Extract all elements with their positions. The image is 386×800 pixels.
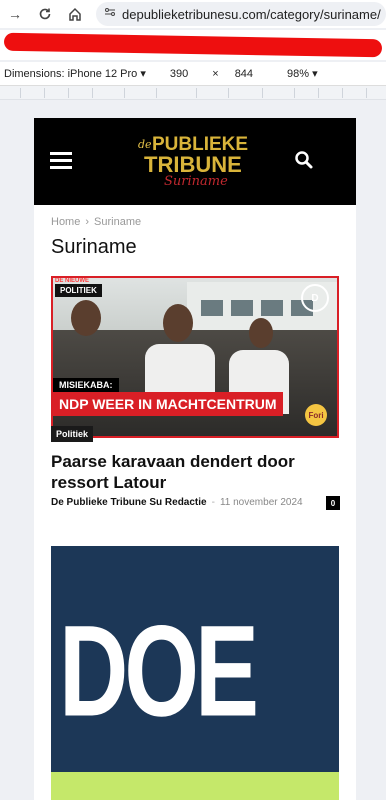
height-field[interactable]: 844 bbox=[235, 68, 253, 80]
page-title: Suriname bbox=[51, 236, 137, 258]
reload-icon[interactable] bbox=[34, 3, 56, 25]
address-bar[interactable]: depublieketribunesu.com/category/surinam… bbox=[96, 2, 386, 26]
site-settings-icon[interactable] bbox=[104, 5, 116, 23]
url-text: depublieketribunesu.com/category/surinam… bbox=[122, 6, 381, 22]
site-logo[interactable]: de PUBLIEKE TRIBUNE Suriname bbox=[136, 130, 256, 192]
thumbnail-big-text: DOE bbox=[59, 599, 259, 744]
article-thumbnail[interactable]: DE NIEUWE POLITIEK D MISIEKABA: NDP WEER… bbox=[51, 276, 339, 438]
channel-logo: D bbox=[301, 284, 329, 312]
browser-toolbar: → depublieketribunesu.com/category/surin… bbox=[0, 0, 386, 28]
search-icon[interactable] bbox=[294, 150, 316, 172]
dropdown-icon: ▾ bbox=[312, 68, 318, 80]
home-icon[interactable] bbox=[64, 3, 86, 25]
fori-badge: Fori bbox=[305, 404, 327, 426]
headline-kicker: MISIEKABA: bbox=[53, 378, 119, 392]
forward-icon[interactable]: → bbox=[4, 3, 26, 25]
dropdown-icon: ▾ bbox=[140, 68, 146, 80]
breadcrumb-separator: › bbox=[85, 216, 90, 228]
mobile-viewport: de PUBLIEKE TRIBUNE Suriname Home › Surina… bbox=[34, 118, 356, 800]
article-author[interactable]: De Publieke Tribune Su Redactie bbox=[51, 497, 207, 508]
image-tag: POLITIEK bbox=[55, 284, 102, 297]
breadcrumb-home[interactable]: Home bbox=[51, 216, 80, 228]
width-field[interactable]: 390 bbox=[170, 68, 188, 80]
logo-suriname: Suriname bbox=[164, 174, 228, 189]
times-sign: × bbox=[212, 67, 219, 80]
article-date: 11 november 2024 bbox=[219, 497, 303, 508]
meta-separator: - bbox=[211, 497, 215, 508]
menu-icon[interactable] bbox=[50, 152, 72, 170]
redaction-mark bbox=[0, 30, 386, 60]
device-select[interactable]: Dimensions: iPhone 12 Pro ▾ bbox=[4, 67, 146, 80]
comment-count[interactable]: 0 bbox=[326, 496, 340, 510]
media-query-ruler bbox=[0, 86, 386, 100]
article-title[interactable]: Paarse karavaan dendert door ressort Lat… bbox=[51, 451, 331, 493]
breadcrumb: Home › Suriname bbox=[51, 216, 141, 228]
headline-overlay: NDP WEER IN MACHTCENTRUM bbox=[53, 392, 283, 416]
category-label[interactable]: Politiek bbox=[51, 426, 94, 442]
breadcrumb-current[interactable]: Suriname bbox=[94, 216, 141, 228]
device-toolbar: Dimensions: iPhone 12 Pro ▾ 390 × 844 98… bbox=[0, 62, 386, 86]
site-header: de PUBLIEKE TRIBUNE Suriname bbox=[34, 118, 356, 205]
article-meta: De Publieke Tribune Su Redactie - 11 nov… bbox=[51, 497, 303, 508]
second-article-thumbnail[interactable]: DOE bbox=[51, 546, 339, 800]
zoom-select[interactable]: 98% ▾ bbox=[287, 67, 318, 80]
logo-de: de bbox=[138, 138, 152, 151]
